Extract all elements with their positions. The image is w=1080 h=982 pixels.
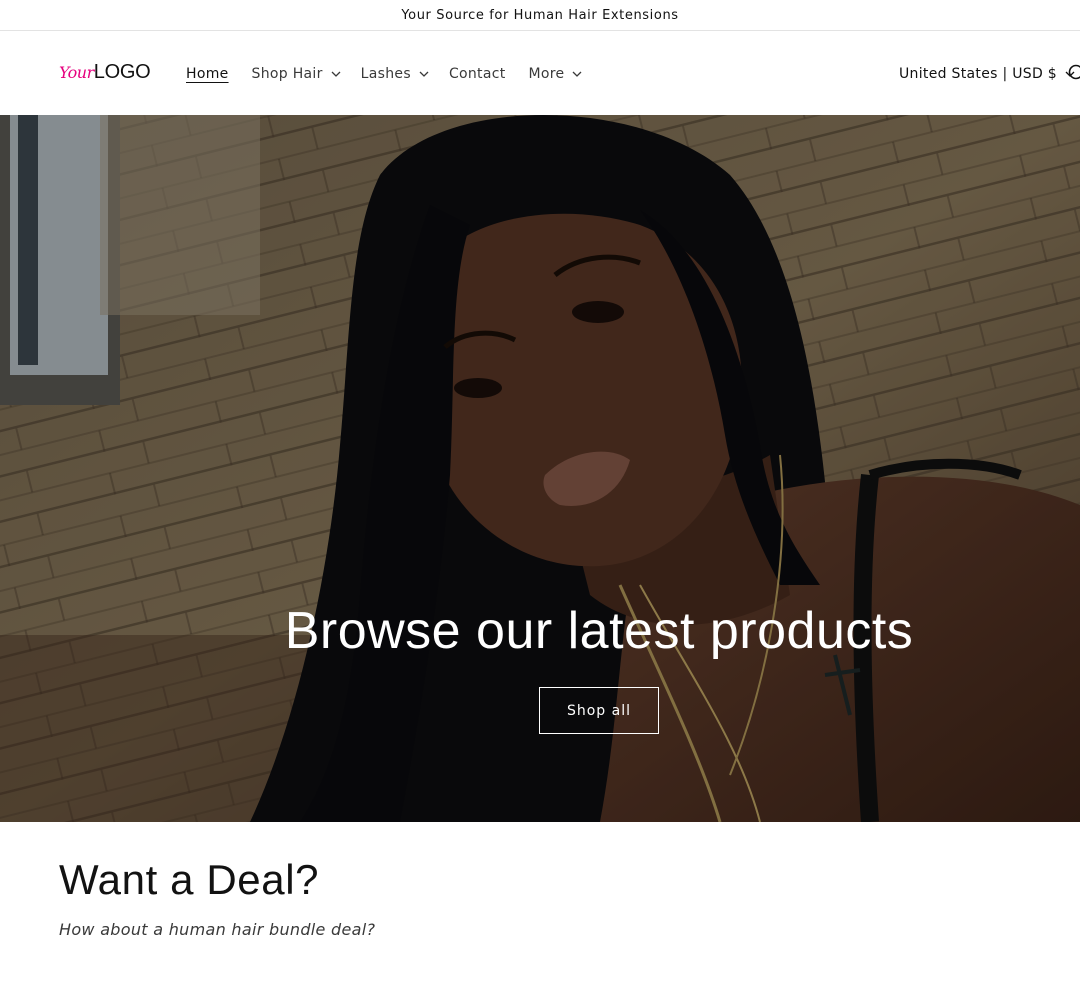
nav-item-label: Lashes (360, 66, 411, 82)
site-logo[interactable]: Your LOGO (59, 61, 151, 87)
shop-all-button[interactable]: Shop all (539, 687, 659, 734)
nav-item-more[interactable]: More (529, 66, 583, 82)
site-header: Your LOGO Home Shop Hair Lashes Contact … (0, 31, 1080, 115)
nav-item-label: More (528, 66, 565, 82)
nav-item-shop-hair[interactable]: Shop Hair (252, 66, 341, 82)
announcement-bar: Your Source for Human Hair Extensions (0, 0, 1080, 31)
chevron-down-icon (419, 69, 429, 79)
main-nav: Home Shop Hair Lashes Contact More (186, 63, 582, 85)
nav-item-label: Shop Hair (251, 66, 323, 82)
hero-banner: Browse our latest products Shop all (0, 115, 1080, 822)
country-currency-label: United States | USD $ (899, 66, 1057, 82)
announcement-text: Your Source for Human Hair Extensions (401, 7, 679, 23)
search-icon[interactable] (1066, 62, 1080, 84)
nav-item-lashes[interactable]: Lashes (361, 66, 429, 82)
nav-item-label: Contact (448, 66, 506, 82)
hero-heading: Browse our latest products (284, 602, 914, 660)
logo-text-your: Your (59, 63, 94, 82)
nav-item-label: Home (186, 66, 229, 82)
deal-subtitle: How about a human hair bundle deal? (59, 920, 376, 939)
logo-text-logo: LOGO (93, 61, 151, 83)
deal-title: Want a Deal? (59, 856, 320, 903)
chevron-down-icon (331, 69, 341, 79)
country-currency-selector[interactable]: United States | USD $ (899, 63, 1075, 85)
chevron-down-icon (572, 69, 582, 79)
nav-item-home[interactable]: Home (186, 66, 229, 82)
nav-item-contact[interactable]: Contact (449, 66, 506, 82)
